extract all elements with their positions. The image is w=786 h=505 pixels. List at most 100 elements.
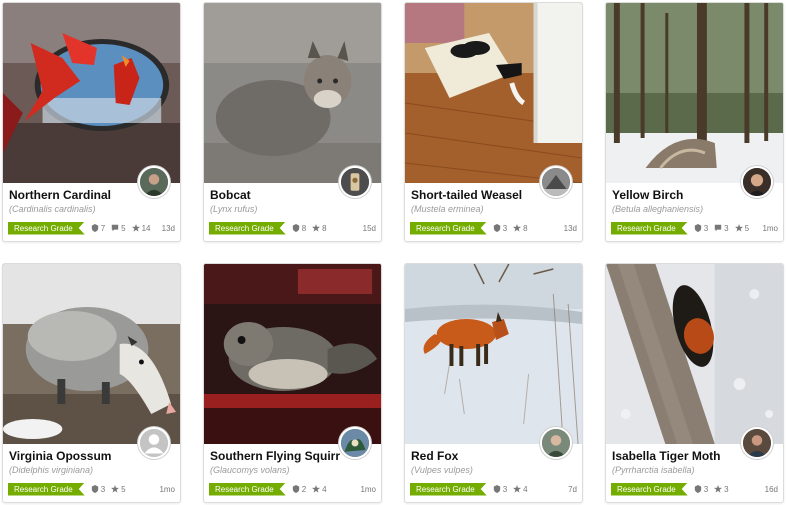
star-icon	[111, 485, 120, 493]
shield-icon	[91, 485, 98, 493]
observation-age: 16d	[764, 484, 778, 494]
common-name[interactable]: Red Fox	[411, 449, 541, 463]
scientific-name: (Mustela erminea)	[411, 204, 484, 214]
observation-age: 13d	[563, 223, 577, 233]
identifications-count: 3	[91, 485, 105, 494]
observation-card-red-fox[interactable]: Red Fox (Vulpes vulpes) Research Grade 3…	[404, 263, 583, 503]
quality-grade-badge: Research Grade	[8, 483, 85, 496]
observation-card-isabella-tiger-moth[interactable]: Isabella Tiger Moth (Pyrrharctia isabell…	[605, 263, 784, 503]
observation-photo[interactable]	[606, 264, 783, 444]
observation-photo[interactable]	[204, 3, 381, 183]
shield-icon	[694, 224, 701, 232]
identifications-count: 8	[292, 224, 306, 233]
common-name[interactable]: Short-tailed Weasel	[411, 188, 541, 202]
observation-meta: Research Grade 3 3 16d	[611, 482, 778, 496]
observation-photo[interactable]	[204, 264, 381, 444]
shield-icon	[694, 485, 701, 493]
faves-count: 4	[312, 485, 327, 494]
user-avatar[interactable]	[138, 166, 170, 198]
identifications-count: 7	[91, 224, 105, 233]
common-name[interactable]: Bobcat	[210, 188, 340, 202]
observation-card-virginia-opossum[interactable]: Virginia Opossum (Didelphis virginiana) …	[2, 263, 181, 503]
common-name[interactable]: Virginia Opossum	[9, 449, 139, 463]
identifications-count: 2	[292, 485, 306, 494]
user-avatar[interactable]	[540, 166, 572, 198]
scientific-name: (Pyrrharctia isabella)	[612, 465, 695, 475]
star-icon	[312, 224, 321, 232]
star-icon	[131, 224, 140, 232]
observation-meta: Research Grade 2 4 1mo	[209, 482, 376, 496]
observation-photo[interactable]	[606, 3, 783, 183]
star-icon	[734, 224, 743, 232]
observation-age: 13d	[161, 223, 175, 233]
faves-count: 5	[111, 485, 126, 494]
observation-card-northern-cardinal[interactable]: Northern Cardinal (Cardinalis cardinalis…	[2, 2, 181, 242]
observation-age: 7d	[568, 484, 577, 494]
quality-grade-badge: Research Grade	[410, 222, 487, 235]
shield-icon	[493, 485, 500, 493]
scientific-name: (Betula alleghaniensis)	[612, 204, 704, 214]
identifications-count: 3	[493, 485, 507, 494]
user-avatar[interactable]	[741, 427, 773, 459]
user-avatar[interactable]	[339, 427, 371, 459]
shield-icon	[91, 224, 98, 232]
quality-grade-badge: Research Grade	[410, 483, 487, 496]
common-name[interactable]: Isabella Tiger Moth	[612, 449, 742, 463]
observation-card-southern-flying-squirrel[interactable]: Southern Flying Squirrel (Glaucomys vola…	[203, 263, 382, 503]
quality-grade-badge: Research Grade	[611, 222, 688, 235]
comments-count: 3	[714, 224, 729, 233]
user-avatar[interactable]	[741, 166, 773, 198]
faves-count: 8	[513, 224, 528, 233]
observation-age: 1mo	[762, 223, 778, 233]
quality-grade-badge: Research Grade	[611, 483, 688, 496]
star-icon	[513, 485, 522, 493]
star-icon	[714, 485, 723, 493]
observation-meta: Research Grade 3 3 5 1mo	[611, 221, 778, 235]
default-user-icon	[140, 429, 168, 457]
observation-meta: Research Grade 3 4 7d	[410, 482, 577, 496]
star-icon	[312, 485, 321, 493]
quality-grade-badge: Research Grade	[8, 222, 85, 235]
observation-photo[interactable]	[405, 264, 582, 444]
observation-meta: Research Grade 3 5 1mo	[8, 482, 175, 496]
observation-photo[interactable]	[405, 3, 582, 183]
faves-count: 8	[312, 224, 327, 233]
observation-card-short-tailed-weasel[interactable]: Short-tailed Weasel (Mustela erminea) Re…	[404, 2, 583, 242]
identifications-count: 3	[493, 224, 507, 233]
scientific-name: (Lynx rufus)	[210, 204, 258, 214]
common-name[interactable]: Northern Cardinal	[9, 188, 139, 202]
observation-meta: Research Grade 7 5 14 13d	[8, 221, 175, 235]
observation-meta: Research Grade 8 8 15d	[209, 221, 376, 235]
identifications-count: 3	[694, 224, 708, 233]
common-name[interactable]: Yellow Birch	[612, 188, 742, 202]
observation-card-bobcat[interactable]: Bobcat (Lynx rufus) Research Grade 8 8 1…	[203, 2, 382, 242]
star-icon	[513, 224, 522, 232]
faves-count: 5	[734, 224, 749, 233]
user-avatar[interactable]	[339, 166, 371, 198]
scientific-name: (Glaucomys volans)	[210, 465, 290, 475]
faves-count: 3	[714, 485, 729, 494]
shield-icon	[292, 224, 299, 232]
shield-icon	[493, 224, 500, 232]
quality-grade-badge: Research Grade	[209, 222, 286, 235]
identifications-count: 3	[694, 485, 708, 494]
shield-icon	[292, 485, 299, 493]
comments-count: 5	[111, 224, 126, 233]
user-avatar[interactable]	[138, 427, 170, 459]
observation-photo[interactable]	[3, 264, 180, 444]
observation-age: 15d	[362, 223, 376, 233]
observation-meta: Research Grade 3 8 13d	[410, 221, 577, 235]
scientific-name: (Cardinalis cardinalis)	[9, 204, 96, 214]
observation-age: 1mo	[360, 484, 376, 494]
user-avatar[interactable]	[540, 427, 572, 459]
common-name[interactable]: Southern Flying Squirrel	[210, 449, 340, 463]
faves-count: 14	[131, 224, 151, 233]
observation-grid: Northern Cardinal (Cardinalis cardinalis…	[0, 0, 786, 505]
observation-photo[interactable]	[3, 3, 180, 183]
observation-age: 1mo	[159, 484, 175, 494]
comment-icon	[111, 224, 119, 232]
observation-card-yellow-birch[interactable]: Yellow Birch (Betula alleghaniensis) Res…	[605, 2, 784, 242]
scientific-name: (Vulpes vulpes)	[411, 465, 473, 475]
faves-count: 4	[513, 485, 528, 494]
quality-grade-badge: Research Grade	[209, 483, 286, 496]
